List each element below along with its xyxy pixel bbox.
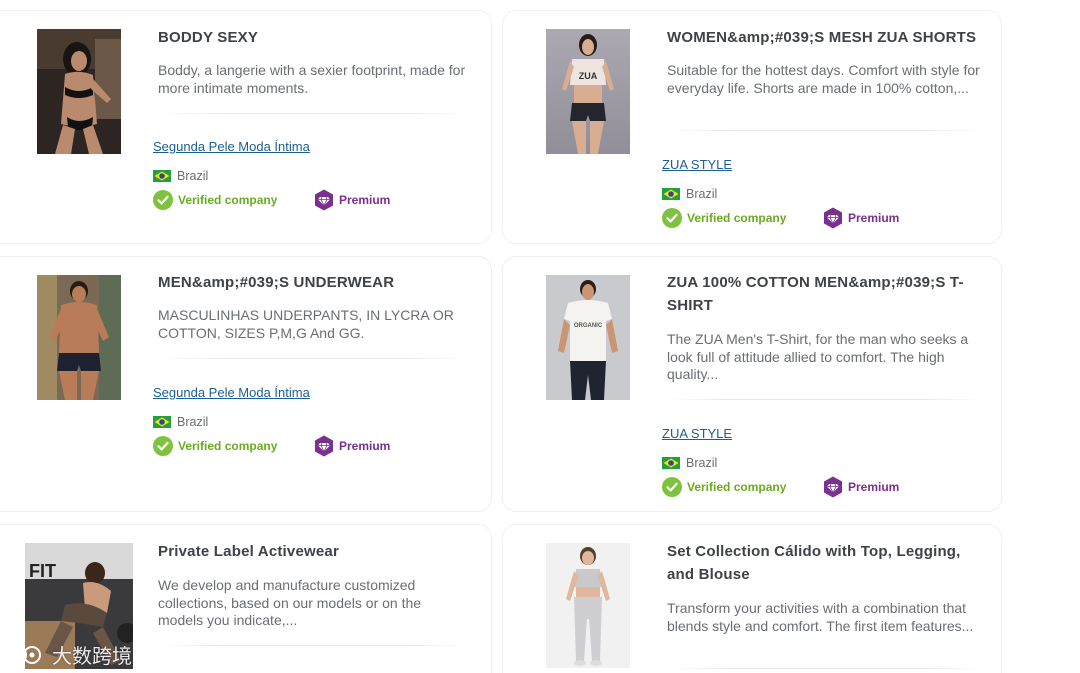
brazil-flag-icon <box>662 188 680 200</box>
product-photo <box>37 29 121 154</box>
verified-badge: Verified company <box>662 477 786 497</box>
product-image[interactable]: ZUA <box>546 29 630 154</box>
country-label: Brazil <box>662 187 717 201</box>
premium-label: Premium <box>339 193 391 207</box>
country-label: Brazil <box>153 169 208 183</box>
premium-diamond-icon <box>824 476 842 498</box>
country-name: Brazil <box>686 187 718 201</box>
divider <box>667 399 985 400</box>
verified-badge: Verified company <box>153 190 277 210</box>
verified-check-icon <box>153 436 173 456</box>
product-title[interactable]: MEN&amp;#039;S UNDERWEAR <box>158 271 478 294</box>
company-link[interactable]: Segunda Pele Moda Íntima <box>153 139 310 154</box>
product-image[interactable]: ORGANIC <box>546 275 630 400</box>
product-image[interactable] <box>37 29 121 154</box>
verified-check-icon <box>153 190 173 210</box>
divider <box>158 113 468 114</box>
premium-label: Premium <box>848 211 900 225</box>
product-description: The ZUA Men's T-Shirt, for the man who s… <box>667 331 969 382</box>
country-label: Brazil <box>153 415 208 429</box>
watermark: 大数跨境 <box>8 640 132 669</box>
product-photo: ORGANIC <box>546 275 630 400</box>
product-title[interactable]: Set Collection Cálido with Top, Legging,… <box>667 540 967 586</box>
product-title[interactable]: ZUA 100% COTTON MEN&amp;#039;S T-SHIRT <box>667 271 977 317</box>
premium-badge: Premium <box>314 189 390 211</box>
verified-label: Verified company <box>687 211 787 225</box>
divider <box>667 130 985 131</box>
verified-label: Verified company <box>178 193 278 207</box>
premium-label: Premium <box>339 439 391 453</box>
product-title[interactable]: Private Label Activewear <box>158 540 478 563</box>
verified-label: Verified company <box>178 439 278 453</box>
brazil-flag-icon <box>153 170 171 182</box>
premium-label: Premium <box>848 480 900 494</box>
product-description: MASCULINHAS UNDERPANTS, IN LYCRA OR COTT… <box>158 307 454 341</box>
company-link[interactable]: Segunda Pele Moda Íntima <box>153 385 310 400</box>
product-description: We develop and manufacture customized co… <box>158 577 422 628</box>
country-name: Brazil <box>177 169 209 183</box>
premium-badge: Premium <box>314 435 390 457</box>
product-listing: BODDY SEXY Boddy, a langerie with a sexi… <box>0 0 1080 673</box>
country-name: Brazil <box>177 415 209 429</box>
country-label: Brazil <box>662 456 717 470</box>
premium-diamond-icon <box>824 207 842 229</box>
divider <box>158 645 468 646</box>
product-photo: ZUA <box>546 29 630 154</box>
product-description: Boddy, a langerie with a sexier footprin… <box>158 62 466 96</box>
product-image[interactable] <box>546 543 630 668</box>
brazil-flag-icon <box>153 416 171 428</box>
premium-badge: Premium <box>823 207 899 229</box>
premium-badge: Premium <box>823 476 899 498</box>
shirt-print-text: ORGANIC <box>574 323 603 329</box>
product-image[interactable] <box>37 275 121 400</box>
product-description: Suitable for the hottest days. Comfort w… <box>667 62 980 96</box>
product-title[interactable]: BODDY SEXY <box>158 26 478 49</box>
divider <box>158 358 468 359</box>
verified-badge: Verified company <box>662 208 786 228</box>
verified-label: Verified company <box>687 480 787 494</box>
watermark-logo-icon <box>9 645 41 664</box>
product-photo <box>546 543 630 668</box>
verified-check-icon <box>662 208 682 228</box>
verified-badge: Verified company <box>153 436 277 456</box>
product-description: Transform your activities with a combina… <box>667 600 974 634</box>
premium-diamond-icon <box>315 189 333 211</box>
svg-text:ZUA: ZUA <box>579 71 598 81</box>
company-link[interactable]: ZUA STYLE <box>662 157 732 172</box>
verified-check-icon <box>662 477 682 497</box>
product-photo <box>37 275 121 400</box>
premium-diamond-icon <box>315 435 333 457</box>
watermark-text: 大数跨境 <box>52 646 132 668</box>
divider <box>667 668 985 669</box>
company-link[interactable]: ZUA STYLE <box>662 426 732 441</box>
country-name: Brazil <box>686 456 718 470</box>
brazil-flag-icon <box>662 457 680 469</box>
product-title[interactable]: WOMEN&amp;#039;S MESH ZUA SHORTS <box>667 26 987 49</box>
gym-sign-text: FIT <box>29 561 56 581</box>
